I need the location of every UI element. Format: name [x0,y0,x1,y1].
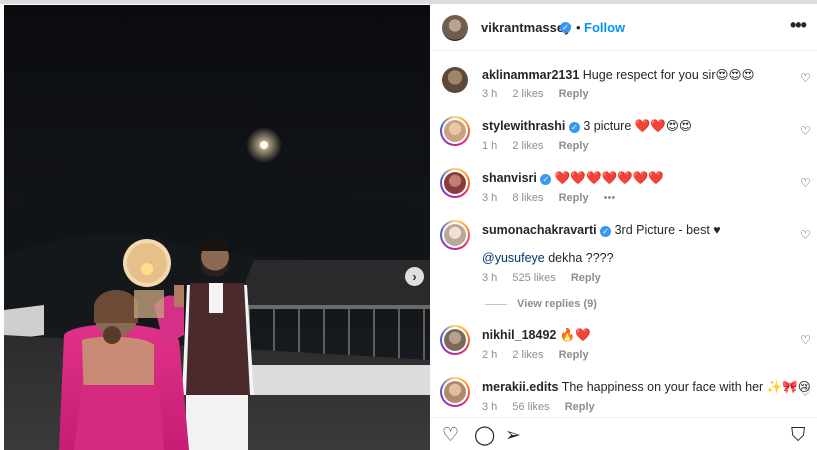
instagram-post-view: › vikrantmassey ✓ • Follow ••• aklinamma… [0,0,817,450]
commenter-avatar [444,120,466,142]
comment-reply-button[interactable]: Reply [571,272,601,284]
commenter-avatar [444,381,466,403]
author-avatar[interactable] [442,15,468,41]
comment-likes[interactable]: 56 likes [512,401,549,413]
comment-username[interactable]: nikhil_18492 [482,328,556,342]
comment-text: 3rd Picture - best ♥ [614,223,721,237]
story-ring[interactable] [440,116,470,146]
comment-time: 3 h [482,192,498,204]
comment-text: 🔥❤️ [559,328,591,342]
post-action-bar: ♡ ◯ ➢ ⛉ [430,417,817,450]
commenter-avatar [444,224,466,246]
verified-badge-icon: ✓ [600,226,612,237]
comment-likes[interactable]: 2 likes [512,88,543,100]
like-heart-icon[interactable]: ♡ [442,426,459,445]
post-header: vikrantmassey ✓ • Follow ••• [430,5,817,51]
comment-time: 1 h [482,140,498,152]
comment-text-continued: dekha ???? [548,251,614,265]
commenter-avatar [444,329,466,351]
comment-username[interactable]: merakii.edits [482,380,558,394]
comment-reply-button[interactable]: Reply [565,401,595,413]
story-ring[interactable] [440,377,470,407]
view-replies-button[interactable]: View replies (9) [485,298,597,310]
comment-time: 2 h [482,349,498,361]
comment-reply-button[interactable]: Reply [559,140,589,152]
verified-badge-icon: ✓ [540,174,552,185]
commenter-avatar [444,172,466,194]
save-bookmark-icon[interactable]: ⛉ [791,426,805,445]
night-terrace-photo [4,5,430,450]
verified-badge-icon: ✓ [560,22,571,33]
comment-likes[interactable]: 2 likes [512,349,543,361]
comment-text: Huge respect for you sir😍😍😍 [582,68,755,82]
story-ring[interactable] [440,325,470,355]
comment-like-heart-icon[interactable]: ♡ [800,333,811,347]
comment-like-heart-icon[interactable]: ♡ [800,124,811,138]
comment-reply-button[interactable]: Reply [559,192,589,204]
comment-reply-button[interactable]: Reply [559,349,589,361]
comment-likes[interactable]: 2 likes [512,140,543,152]
comment-time: 3 h [482,401,498,413]
view-replies-label: View replies (9) [517,298,597,310]
comment-username[interactable]: shanvisri [482,171,537,185]
comment-more-options-icon[interactable]: ••• [604,192,616,204]
view-replies-divider [485,303,507,305]
comment-likes[interactable]: 525 likes [512,272,555,284]
post-side-panel: vikrantmassey ✓ • Follow ••• aklinammar2… [430,5,817,450]
window-top-border [0,0,817,4]
comment-like-heart-icon[interactable]: ♡ [800,228,811,242]
commenter-avatar[interactable] [442,67,468,93]
comment-text: ❤️❤️❤️❤️❤️❤️❤️ [554,171,664,185]
comment-text: The happiness on your face with her ✨🎀😢 [561,380,811,394]
comment-mention-link[interactable]: @yusufeye [482,251,545,265]
comment-username[interactable]: stylewithrashi [482,119,565,133]
story-ring[interactable] [440,220,470,250]
comment-time: 3 h [482,88,498,100]
follow-button[interactable]: Follow [584,20,625,35]
comment-username[interactable]: aklinammar2131 [482,68,579,82]
author-username[interactable]: vikrantmassey [481,20,571,35]
share-send-icon[interactable]: ➢ [505,426,521,445]
comment-time: 3 h [482,272,498,284]
post-photo[interactable]: › [4,5,430,450]
comment-like-heart-icon[interactable]: ♡ [800,71,811,85]
story-ring[interactable] [440,168,470,198]
more-options-icon[interactable]: ••• [790,15,807,36]
verified-badge-icon: ✓ [568,122,580,133]
comment-reply-button[interactable]: Reply [559,88,589,100]
comment-like-heart-icon[interactable]: ♡ [800,176,811,190]
comment-bubble-icon[interactable]: ◯ [474,426,495,445]
next-photo-button[interactable]: › [405,267,424,286]
comment-like-heart-icon[interactable]: ♡ [800,385,811,399]
comment-username[interactable]: sumonachakravarti [482,223,597,237]
chevron-right-icon: › [412,269,417,284]
header-separator: • [576,20,581,35]
comment-likes[interactable]: 8 likes [512,192,543,204]
comment-text: 3 picture ❤️❤️😍😍 [583,119,692,133]
